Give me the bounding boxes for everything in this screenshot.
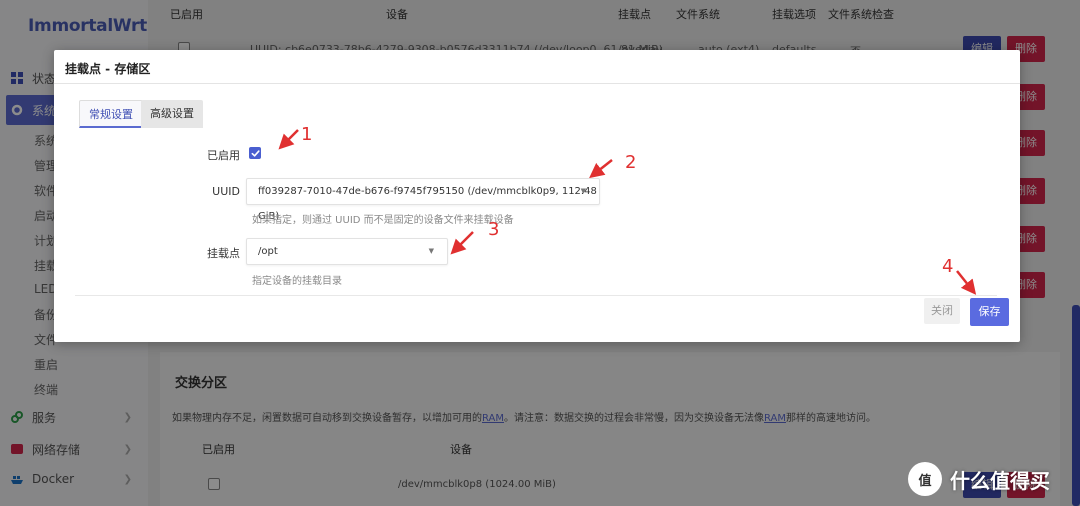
uuid-label: UUID [212,185,240,198]
check-icon [251,149,260,157]
watermark: 值 什么值得买 [908,462,1050,496]
enabled-checkbox[interactable] [249,147,261,159]
mount-point-label: 挂载点 [207,247,240,260]
enabled-label: 已启用 [207,149,240,162]
annotation-number: 3 [488,219,500,240]
caret-down-icon: ▼ [580,187,586,195]
annotation-number: 4 [942,256,954,277]
mount-point-dialog: 挂载点 - 存储区 常规设置 高级设置 已启用 UUID ff039287-70… [54,50,1020,342]
dialog-divider [54,83,1020,84]
mount-point-select[interactable]: /opt ▼ [246,238,448,265]
uuid-select[interactable]: ff039287-7010-47de-b676-f9745f795150 (/d… [246,178,600,222]
close-button[interactable]: 关闭 [924,298,960,324]
mount-point-select-value: /opt [258,246,278,257]
caret-down-icon: ▼ [428,247,434,255]
watermark-text: 什么值得买 [950,468,1050,493]
watermark-badge: 值 [908,462,942,496]
mount-point-hint: 指定设备的挂载目录 [252,276,342,287]
tab-general-settings[interactable]: 常规设置 [79,100,143,128]
tab-advanced-settings[interactable]: 高级设置 [141,100,203,128]
dialog-title: 挂载点 - 存储区 [65,62,151,76]
uuid-hint: 如果指定，则通过 UUID 而不是固定的设备文件来挂载设备 [252,215,514,226]
annotation-number: 2 [625,152,637,173]
save-button[interactable]: 保存 [970,298,1009,326]
annotation-number: 1 [301,124,313,145]
